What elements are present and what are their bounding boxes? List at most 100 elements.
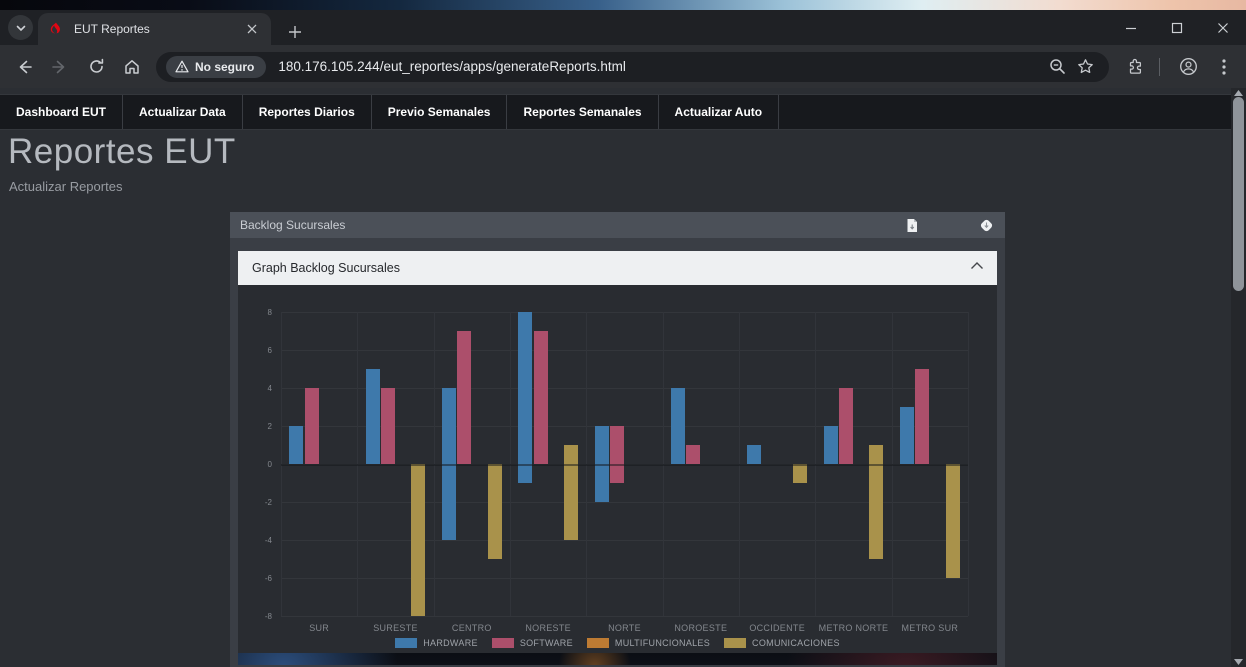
legend-item[interactable]: COMUNICACIONES [724,638,840,648]
x-axis-category-label: NORTE [586,623,662,633]
menu-dots-icon[interactable] [1208,51,1240,83]
chart-legend: HARDWARE SOFTWARE MULTIFUNCIONALES COMUNICA… [238,638,997,648]
page-navbar: Dashboard EUT Actualizar Data Reportes D… [0,94,1231,130]
chart-bar-hardware [671,388,685,464]
chart-bar-software [534,331,548,464]
home-button[interactable] [116,51,148,83]
chart-bar-software [305,388,319,464]
legend-swatch [587,638,609,648]
chart-bar-comunicaciones [793,464,807,483]
chart-bar-software [686,445,700,464]
x-axis-category-label: CENTRO [434,623,510,633]
x-gridline [968,312,969,616]
chart-bar-comunicaciones [488,464,502,559]
chart-bar-software [381,388,395,464]
accordion-title: Graph Backlog Sucursales [252,261,400,275]
cutoff-image-strip [238,653,997,665]
x-axis-category-label: SUR [281,623,357,633]
chart-bar-comunicaciones [869,445,883,559]
panel-body: Graph Backlog Sucursales 86420-2-4-6-8SU… [230,238,1005,667]
chart-bar-software [839,388,853,464]
chart-canvas[interactable]: 86420-2-4-6-8SURSURESTECENTRONORESTENORT… [238,285,997,653]
legend-label: HARDWARE [423,638,478,648]
y-axis-tick-label: 2 [238,422,272,431]
toolbar-divider [1159,58,1160,76]
x-axis-category-label: SURESTE [357,623,433,633]
chart-bar-software [915,369,929,464]
y-gridline [281,540,968,541]
y-gridline [281,312,968,313]
minimize-button[interactable] [1108,10,1154,45]
backlog-panel: Backlog Sucursales Graph Backlog Sucursa… [230,212,1005,667]
chart-bar-hardware [747,445,761,464]
legend-item[interactable]: HARDWARE [395,638,478,648]
chart-bar-software [610,426,624,483]
security-chip[interactable]: No seguro [166,56,266,78]
legend-label: COMUNICACIONES [752,638,840,648]
y-axis-tick-label: -4 [238,536,272,545]
y-gridline [281,502,968,503]
url-text: 180.176.105.244/eut_reportes/apps/genera… [278,59,1043,74]
chevron-up-icon [970,261,984,270]
nav-item-reportes-diarios[interactable]: Reportes Diarios [243,95,372,129]
bookmark-star-icon[interactable] [1071,53,1099,81]
new-tab-button[interactable] [282,19,308,45]
chevron-down-icon [15,22,27,34]
chart-bar-hardware [824,426,838,464]
x-axis-category-label: METRO SUR [892,623,968,633]
panel-header: Backlog Sucursales [230,212,1005,238]
nav-item-dashboard-eut[interactable]: Dashboard EUT [0,95,123,129]
tab-close-icon[interactable] [243,20,261,38]
profile-icon[interactable] [1172,51,1204,83]
chart-bar-hardware [900,407,914,464]
tab-search-button[interactable] [8,15,33,40]
page-content: Dashboard EUT Actualizar Data Reportes D… [0,88,1231,667]
nav-item-actualizar-data[interactable]: Actualizar Data [123,95,243,129]
chart-bar-comunicaciones [411,464,425,616]
scrollbar-down-arrow[interactable] [1231,657,1246,667]
forward-button[interactable] [44,51,76,83]
page-subtitle: Actualizar Reportes [9,179,122,194]
maximize-button[interactable] [1154,10,1200,45]
chart-bar-comunicaciones [564,445,578,540]
y-gridline [281,578,968,579]
y-axis-tick-label: 8 [238,308,272,317]
legend-swatch [395,638,417,648]
x-axis-category-label: OCCIDENTE [739,623,815,633]
y-gridline [281,350,968,351]
legend-item[interactable]: SOFTWARE [492,638,573,648]
download-icon[interactable] [977,216,995,234]
legend-swatch [492,638,514,648]
legend-label: MULTIFUNCIONALES [615,638,710,648]
back-button[interactable] [8,51,40,83]
y-gridline [281,616,968,617]
extensions-icon[interactable] [1119,51,1151,83]
export-report-icon[interactable] [903,216,921,234]
tab-title: EUT Reportes [74,22,243,36]
reload-button[interactable] [80,51,112,83]
desktop-wallpaper-strip [0,0,1246,10]
close-button[interactable] [1200,10,1246,45]
browser-titlebar: EUT Reportes [0,10,1246,45]
x-axis-category-label: NORESTE [510,623,586,633]
y-axis-tick-label: 4 [238,384,272,393]
x-axis-category-label: NOROESTE [663,623,739,633]
legend-item[interactable]: MULTIFUNCIONALES [587,638,710,648]
page-scrollbar[interactable] [1231,88,1246,667]
chart-bar-software [457,331,471,464]
y-axis-tick-label: -2 [238,498,272,507]
address-bar[interactable]: No seguro 180.176.105.244/eut_reportes/a… [156,52,1109,82]
y-axis-tick-label: -6 [238,574,272,583]
panel-title: Backlog Sucursales [240,218,345,232]
nav-item-actualizar-auto[interactable]: Actualizar Auto [659,95,780,129]
browser-tab[interactable]: EUT Reportes [38,13,271,45]
chart-bar-hardware [289,426,303,464]
nav-item-reportes-semanales[interactable]: Reportes Semanales [507,95,658,129]
window-controls [1108,10,1246,45]
warning-icon [175,60,189,73]
scrollbar-thumb[interactable] [1233,97,1244,291]
zoom-icon[interactable] [1043,53,1071,81]
chart-bar-hardware [518,312,532,483]
nav-item-previo-semanales[interactable]: Previo Semanales [372,95,508,129]
accordion-header[interactable]: Graph Backlog Sucursales [238,251,997,285]
